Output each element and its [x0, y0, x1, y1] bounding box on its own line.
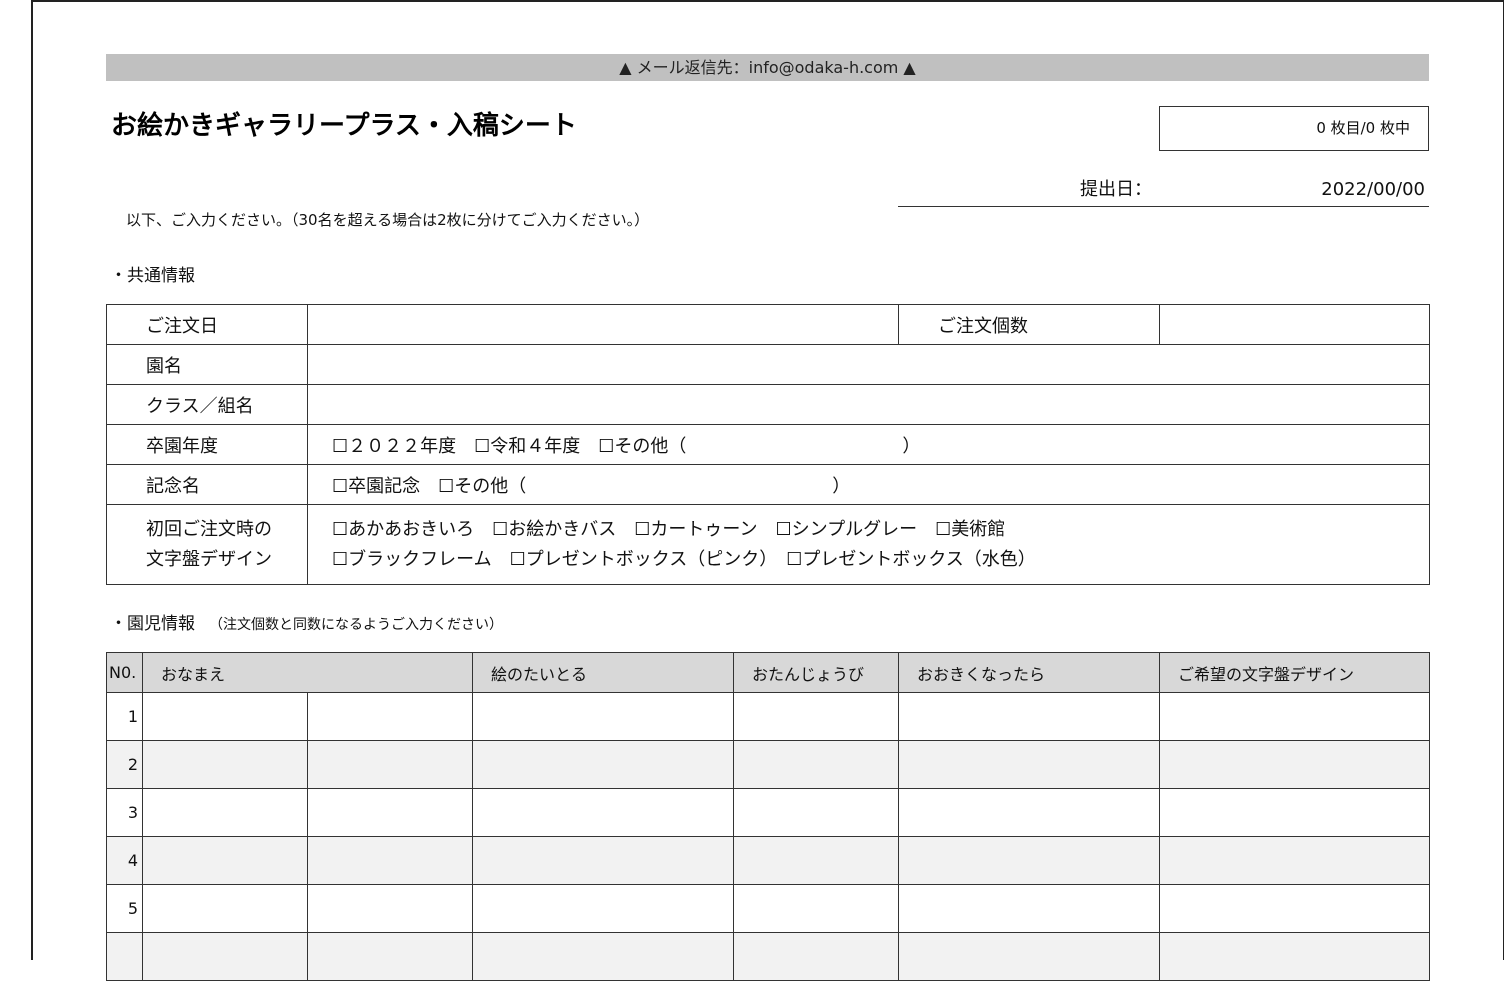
design-options-line1[interactable]: ☐あかあおきいろ ☐お絵かきバス ☐カートゥーン ☐シンプルグレー ☐美術館	[332, 515, 1429, 545]
class-field[interactable]	[307, 384, 1430, 425]
family-name-cell[interactable]	[142, 932, 308, 981]
title-cell[interactable]	[472, 740, 735, 789]
memorial-options[interactable]: ☐卒園記念 ☐その他（ ）	[307, 464, 1430, 505]
col-header-title: 絵のたいとる	[472, 652, 735, 693]
class-row: クラス／組名	[106, 384, 1430, 425]
school-name-row: 園名	[106, 344, 1430, 385]
submission-date-label: 提出日：	[1080, 179, 1152, 200]
design-cell[interactable]	[1159, 884, 1431, 933]
row-number: 4	[106, 836, 143, 885]
given-name-cell[interactable]	[306, 788, 474, 837]
design-cell[interactable]	[1159, 788, 1431, 837]
birthday-cell[interactable]	[733, 884, 900, 933]
col-header-birthday: おたんじょうび	[733, 652, 900, 693]
kids-info-table: N0. おなまえ 絵のたいとる おたんじょうび おおきくなったら ご希望の文字盤…	[106, 652, 1431, 981]
dream-cell[interactable]	[898, 692, 1161, 741]
birthday-cell[interactable]	[733, 932, 900, 981]
dream-cell[interactable]	[898, 788, 1161, 837]
page-counter: 0 枚目/0 枚中	[1159, 106, 1429, 151]
col-header-name: おなまえ	[141, 652, 474, 693]
design-label: 初回ご注文時の 文字盤デザイン	[106, 504, 308, 585]
title-cell[interactable]	[472, 692, 735, 741]
common-info-table: ご注文日 ご注文個数 園名 クラス／組名 卒園年度 ☐２０２２年度 ☐令和４年度…	[106, 304, 1430, 585]
row-number: 3	[106, 788, 143, 837]
given-name-cell[interactable]	[306, 692, 474, 741]
dream-cell[interactable]	[898, 884, 1161, 933]
page-title: お絵かきギャラリープラス・入稿シート	[111, 111, 577, 141]
class-label: クラス／組名	[106, 384, 308, 425]
design-row: 初回ご注文時の 文字盤デザイン ☐あかあおきいろ ☐お絵かきバス ☐カートゥーン…	[106, 504, 1430, 585]
design-cell[interactable]	[1159, 932, 1431, 981]
design-cell[interactable]	[1159, 740, 1431, 789]
design-label-line2: 文字盤デザイン	[146, 548, 272, 570]
table-row: 1	[106, 692, 1431, 741]
design-options-line2[interactable]: ☐ブラックフレーム ☐プレゼントボックス（ピンク） ☐プレゼントボックス（水色）	[332, 545, 1429, 575]
memorial-row: 記念名 ☐卒園記念 ☐その他（ ）	[106, 464, 1430, 505]
table-row: 2	[106, 740, 1431, 789]
grad-year-row: 卒園年度 ☐２０２２年度 ☐令和４年度 ☐その他（ ）	[106, 424, 1430, 465]
school-name-label: 園名	[106, 344, 308, 385]
given-name-cell[interactable]	[306, 884, 474, 933]
given-name-cell[interactable]	[306, 836, 474, 885]
birthday-cell[interactable]	[733, 788, 900, 837]
table-row: 5	[106, 884, 1431, 933]
order-count-field[interactable]	[1159, 304, 1430, 345]
title-cell[interactable]	[472, 836, 735, 885]
given-name-cell[interactable]	[306, 932, 474, 981]
col-header-no: N0.	[106, 652, 143, 693]
table-row	[106, 932, 1431, 981]
row-number: 2	[106, 740, 143, 789]
kids-section-title: ・園児情報	[110, 614, 195, 634]
design-options[interactable]: ☐あかあおきいろ ☐お絵かきバス ☐カートゥーン ☐シンプルグレー ☐美術館 ☐…	[307, 504, 1430, 585]
table-row: 3	[106, 788, 1431, 837]
design-cell[interactable]	[1159, 836, 1431, 885]
col-header-design: ご希望の文字盤デザイン	[1159, 652, 1431, 693]
title-cell[interactable]	[472, 788, 735, 837]
design-label-line1: 初回ご注文時の	[146, 518, 272, 540]
submission-date-value[interactable]: 2022/00/00	[1321, 174, 1425, 206]
table-row: 4	[106, 836, 1431, 885]
school-name-field[interactable]	[307, 344, 1430, 385]
instruction-text: 以下、ご入力ください。（30名を超える場合は2枚に分けてご入力ください。）	[126, 211, 650, 229]
grad-year-label: 卒園年度	[106, 424, 308, 465]
family-name-cell[interactable]	[142, 788, 308, 837]
order-date-field[interactable]	[307, 304, 899, 345]
birthday-cell[interactable]	[733, 836, 900, 885]
common-section-title: ・共通情報	[110, 266, 195, 286]
order-count-label: ご注文個数	[898, 304, 1160, 345]
family-name-cell[interactable]	[142, 740, 308, 789]
order-date-row: ご注文日 ご注文個数	[106, 304, 1430, 345]
grad-year-options[interactable]: ☐２０２２年度 ☐令和４年度 ☐その他（ ）	[307, 424, 1430, 465]
dream-cell[interactable]	[898, 740, 1161, 789]
title-cell[interactable]	[472, 884, 735, 933]
family-name-cell[interactable]	[142, 884, 308, 933]
family-name-cell[interactable]	[142, 836, 308, 885]
reply-email-banner: ▲ メール返信先：info@odaka-h.com ▲	[106, 54, 1429, 81]
common-section-heading: ・共通情報	[110, 264, 195, 288]
dream-cell[interactable]	[898, 836, 1161, 885]
row-number	[106, 932, 143, 981]
birthday-cell[interactable]	[733, 692, 900, 741]
birthday-cell[interactable]	[733, 740, 900, 789]
row-number: 5	[106, 884, 143, 933]
kids-header-row: N0. おなまえ 絵のたいとる おたんじょうび おおきくなったら ご希望の文字盤…	[106, 652, 1431, 693]
memorial-label: 記念名	[106, 464, 308, 505]
family-name-cell[interactable]	[142, 692, 308, 741]
col-header-dream: おおきくなったら	[898, 652, 1161, 693]
design-cell[interactable]	[1159, 692, 1431, 741]
kids-section-heading: ・園児情報 （注文個数と同数になるようご入力ください）	[110, 612, 503, 637]
kids-section-note: （注文個数と同数になるようご入力ください）	[209, 617, 503, 633]
row-number: 1	[106, 692, 143, 741]
title-cell[interactable]	[472, 932, 735, 981]
order-date-label: ご注文日	[106, 304, 308, 345]
dream-cell[interactable]	[898, 932, 1161, 981]
given-name-cell[interactable]	[306, 740, 474, 789]
submission-date: 提出日： 2022/00/00	[898, 174, 1429, 207]
